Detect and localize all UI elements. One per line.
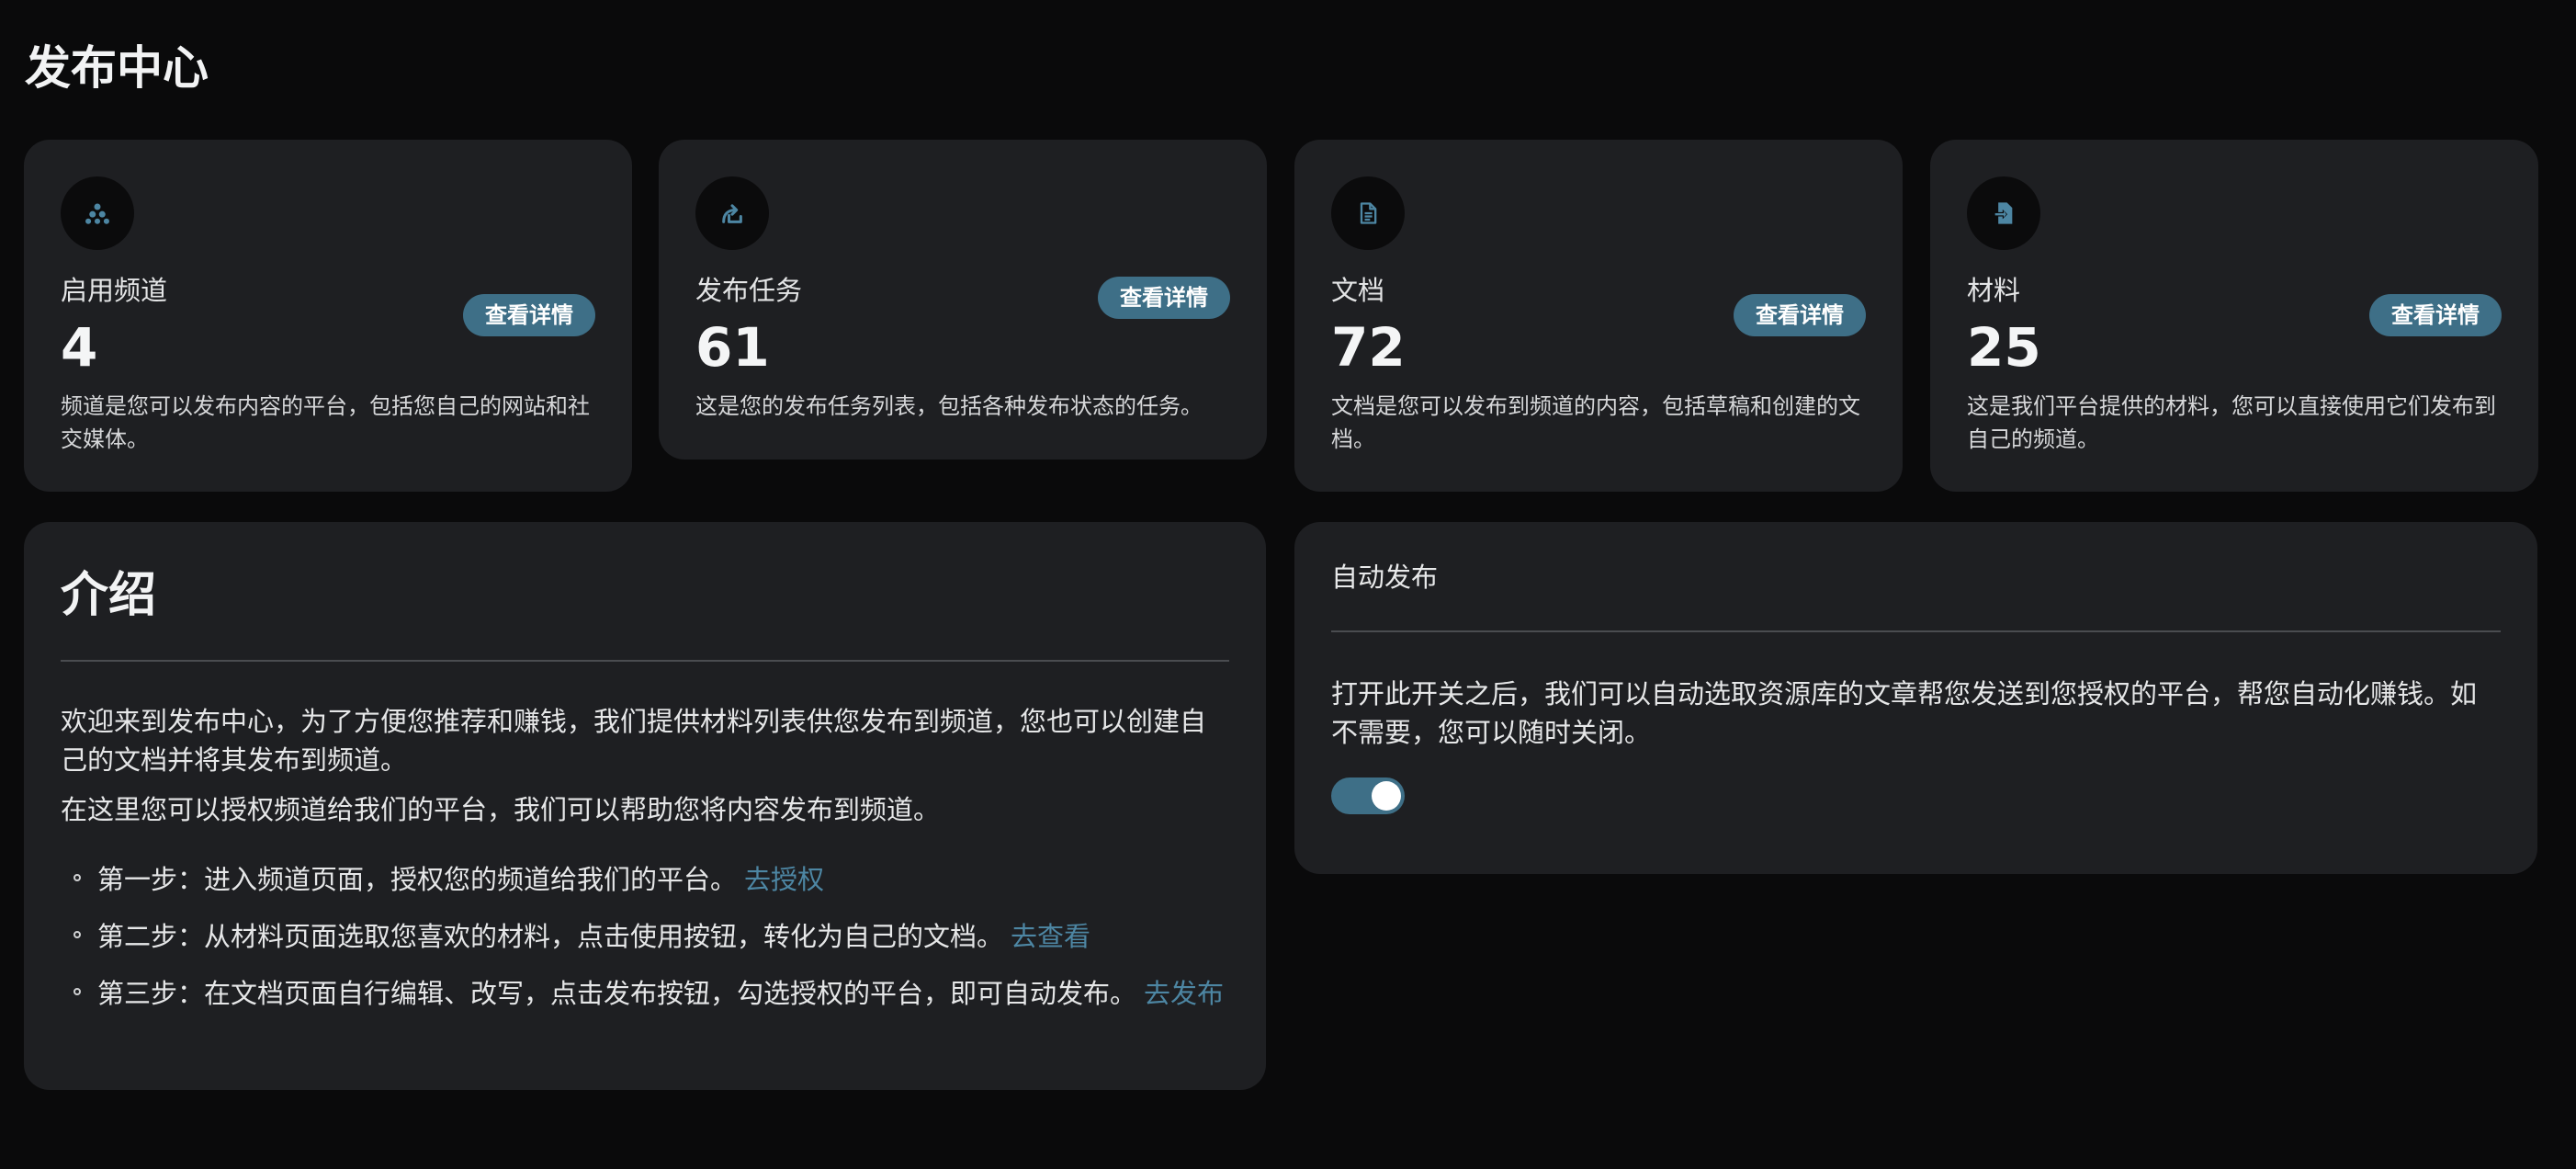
toggle-knob [1372, 781, 1401, 811]
step-text: 第二步：从材料页面选取您喜欢的材料，点击使用按钮，转化为自己的文档。 [97, 921, 1004, 952]
stat-description: 这是您的发布任务列表，包括各种发布状态的任务。 [695, 393, 1203, 419]
stat-value: 61 [695, 316, 770, 379]
page-title: 发布中心 [25, 41, 209, 95]
stat-card-materials: 材料 25 这是我们平台提供的材料，您可以直接使用它们发布到自己的频道。 查看详… [1930, 140, 2538, 492]
stat-description: 频道是您可以发布内容的平台，包括您自己的网站和社交媒体。 [61, 393, 590, 452]
bullet-icon [73, 874, 81, 881]
intro-paragraph: 欢迎来到发布中心，为了方便您推荐和赚钱，我们提供材料列表供您发布到频道，您也可以… [61, 706, 1207, 776]
view-details-button[interactable]: 查看详情 [1734, 294, 1866, 336]
view-details-button[interactable]: 查看详情 [1098, 277, 1230, 319]
view-details-button[interactable]: 查看详情 [2369, 294, 2502, 336]
publish-center-page: 发布中心 启用频道 4 频道是您可以发布内容的平台，包括您自己的网站和社交媒体。… [0, 0, 2576, 1169]
intro-title: 介绍 [61, 568, 157, 623]
list-item: 第一步：进入频道页面，授权您的频道给我们的平台。 去授权 [61, 860, 1229, 899]
stat-card-channels: 启用频道 4 频道是您可以发布内容的平台，包括您自己的网站和社交媒体。 查看详情 [24, 140, 632, 492]
divider [1331, 630, 2501, 632]
auto-publish-card: 自动发布 打开此开关之后，我们可以自动选取资源库的文章帮您发送到您授权的平台，帮… [1294, 522, 2537, 874]
auto-publish-title: 自动发布 [1331, 562, 1439, 593]
auto-publish-description: 打开此开关之后，我们可以自动选取资源库的文章帮您发送到您授权的平台，帮您自动化赚… [1331, 678, 2478, 748]
step-text: 第一步：进入频道页面，授权您的频道给我们的平台。 [97, 864, 738, 895]
view-materials-link[interactable]: 去查看 [1011, 921, 1090, 952]
stat-description: 这是我们平台提供的材料，您可以直接使用它们发布到自己的频道。 [1967, 393, 2496, 452]
list-item: 第二步：从材料页面选取您喜欢的材料，点击使用按钮，转化为自己的文档。 去查看 [61, 917, 1229, 956]
stat-card-publish-tasks: 发布任务 61 这是您的发布任务列表，包括各种发布状态的任务。 查看详情 [659, 140, 1267, 460]
steps-list: 第一步：进入频道页面，授权您的频道给我们的平台。 去授权 第二步：从材料页面选取您… [61, 860, 1229, 1013]
view-details-button[interactable]: 查看详情 [463, 294, 595, 336]
auto-publish-toggle[interactable] [1331, 777, 1405, 814]
file-import-icon [1967, 176, 2040, 250]
stat-card-documents: 文档 72 文档是您可以发布到频道的内容，包括草稿和创建的文档。 查看详情 [1294, 140, 1903, 492]
publish-link[interactable]: 去发布 [1144, 978, 1224, 1009]
document-icon [1331, 176, 1405, 250]
bullet-icon [73, 931, 81, 938]
intro-card: 介绍 欢迎来到发布中心，为了方便您推荐和赚钱，我们提供材料列表供您发布到频道，您… [24, 522, 1266, 1090]
sitemap-icon [61, 176, 134, 250]
stat-description: 文档是您可以发布到频道的内容，包括草稿和创建的文档。 [1331, 393, 1860, 452]
share-arrow-icon [695, 176, 769, 250]
intro-paragraph: 在这里您可以授权频道给我们的平台，我们可以帮助您将内容发布到频道。 [61, 794, 941, 825]
authorize-link[interactable]: 去授权 [744, 864, 824, 895]
list-item: 第三步：在文档页面自行编辑、改写，点击发布按钮，勾选授权的平台，即可自动发布。去… [61, 974, 1229, 1013]
bullet-icon [73, 988, 81, 995]
step-text: 第三步：在文档页面自行编辑、改写，点击发布按钮，勾选授权的平台，即可自动发布。 [97, 978, 1137, 1009]
divider [61, 660, 1229, 662]
